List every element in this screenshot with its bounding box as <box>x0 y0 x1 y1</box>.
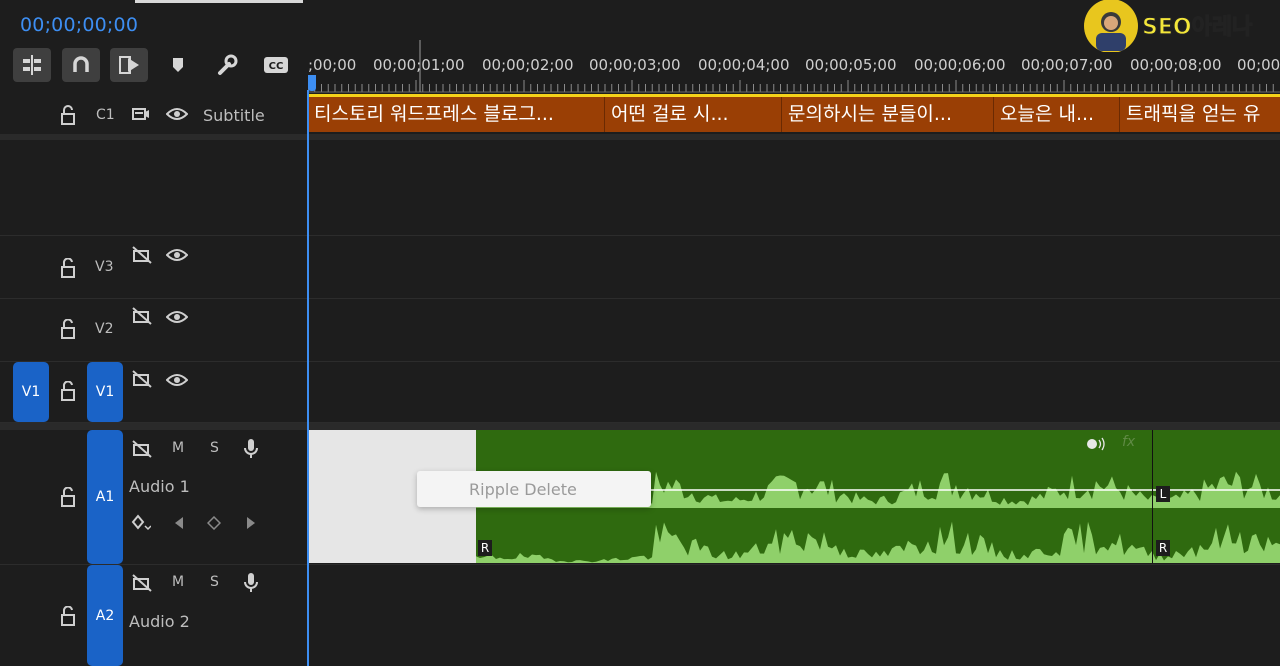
lock-icon[interactable] <box>60 381 76 401</box>
microphone-icon[interactable] <box>243 572 259 594</box>
empty-track-space <box>0 140 1280 236</box>
track-v1: V1 V1 <box>0 362 1280 423</box>
track-name: Audio 1 <box>129 477 190 496</box>
next-keyframe-icon[interactable] <box>245 516 257 530</box>
magnet-icon <box>73 56 89 72</box>
sync-lock-icon[interactable] <box>132 246 152 264</box>
subtitle-clip[interactable]: 어떤 걸로 시... <box>605 94 782 132</box>
linked-selection-icon <box>119 56 139 74</box>
track-name: Subtitle <box>203 106 265 125</box>
sync-lock-icon[interactable] <box>132 574 152 592</box>
playhead-timecode[interactable]: 00;00;00;00 <box>20 14 138 36</box>
wrench-icon <box>218 54 238 75</box>
ripple-delete-menu-item[interactable]: Ripple Delete <box>469 480 577 499</box>
lock-icon[interactable] <box>60 487 76 507</box>
track-v2: V2 <box>0 299 1280 362</box>
marker-icon <box>173 58 183 72</box>
sync-lock-icon[interactable] <box>132 370 152 388</box>
channel-label-right: R <box>1156 540 1170 556</box>
keyframe-toggle-icon[interactable] <box>131 514 151 532</box>
mute-button[interactable]: M <box>172 574 184 590</box>
context-menu: Ripple Delete <box>417 471 651 507</box>
logo-text: SEO아레나 <box>1142 15 1252 40</box>
sync-lock-icon[interactable] <box>132 440 152 458</box>
subtitle-clip[interactable]: 트래픽을 얻는 유 <box>1120 94 1280 132</box>
active-tab-indicator <box>135 0 303 3</box>
eye-icon[interactable] <box>166 107 188 121</box>
source-patch-v1[interactable]: V1 <box>13 362 49 422</box>
closed-captions-icon: CC <box>264 57 288 73</box>
eye-icon[interactable] <box>166 373 188 387</box>
track-id: V3 <box>95 259 114 275</box>
track-id: C1 <box>96 107 115 123</box>
subtitle-clips: 티스토리 워드프레스 블로그... 어떤 걸로 시... 문의하시는 분들이..… <box>308 94 1280 132</box>
lock-icon[interactable] <box>60 319 76 339</box>
track-target-a2[interactable]: A2 <box>87 565 123 666</box>
mute-button[interactable]: M <box>172 440 184 456</box>
lock-icon[interactable] <box>60 258 76 278</box>
ruler-ticks <box>308 40 1280 93</box>
nest-sequence-icon <box>23 55 41 75</box>
video-audio-divider <box>0 423 1280 430</box>
timeline-settings-button[interactable] <box>208 48 246 82</box>
snap-button[interactable] <box>62 48 100 82</box>
insert-nest-button[interactable] <box>13 48 51 82</box>
track-target-v1[interactable]: V1 <box>87 362 123 422</box>
svg-text:CC: CC <box>269 61 284 72</box>
solo-button[interactable]: S <box>210 440 219 456</box>
track-v3: V3 <box>0 236 1280 299</box>
add-marker-button[interactable] <box>159 48 197 82</box>
playhead-line <box>307 90 309 666</box>
microphone-icon[interactable] <box>243 438 259 460</box>
subtitle-clip[interactable]: 티스토리 워드프레스 블로그... <box>308 94 605 132</box>
playhead-handle[interactable] <box>308 75 316 91</box>
fx-badge: fx <box>1122 434 1136 450</box>
caption-track-icon[interactable] <box>132 107 150 123</box>
eye-icon[interactable] <box>166 248 188 262</box>
edit-point[interactable] <box>1152 430 1153 563</box>
sync-lock-icon[interactable] <box>132 307 152 325</box>
channel-label-right: R <box>478 540 492 556</box>
track-name: Audio 2 <box>129 612 190 631</box>
track-target-a1[interactable]: A1 <box>87 430 123 564</box>
subtitle-clip[interactable]: 오늘은 내... <box>994 94 1120 132</box>
track-a2: A2 M S Audio 2 <box>0 565 1280 666</box>
add-keyframe-icon[interactable] <box>207 516 221 530</box>
lock-icon[interactable] <box>60 606 76 626</box>
previous-keyframe-icon[interactable] <box>173 516 185 530</box>
track-id: V2 <box>95 321 114 337</box>
subtitle-clip[interactable]: 문의하시는 분들이... <box>782 94 994 132</box>
channel-label-left: L <box>1156 486 1170 502</box>
solo-button[interactable]: S <box>210 574 219 590</box>
audio-clip-mixer-icon <box>1087 437 1105 451</box>
captions-button[interactable]: CC <box>257 48 295 82</box>
lock-icon[interactable] <box>60 105 76 125</box>
work-area-bar <box>308 94 1280 97</box>
time-ruler[interactable]: ;00;00 00;00;01;00 00;00;02;00 00;00;03;… <box>308 40 1280 96</box>
eye-icon[interactable] <box>166 310 188 324</box>
linked-selection-button[interactable] <box>110 48 148 82</box>
